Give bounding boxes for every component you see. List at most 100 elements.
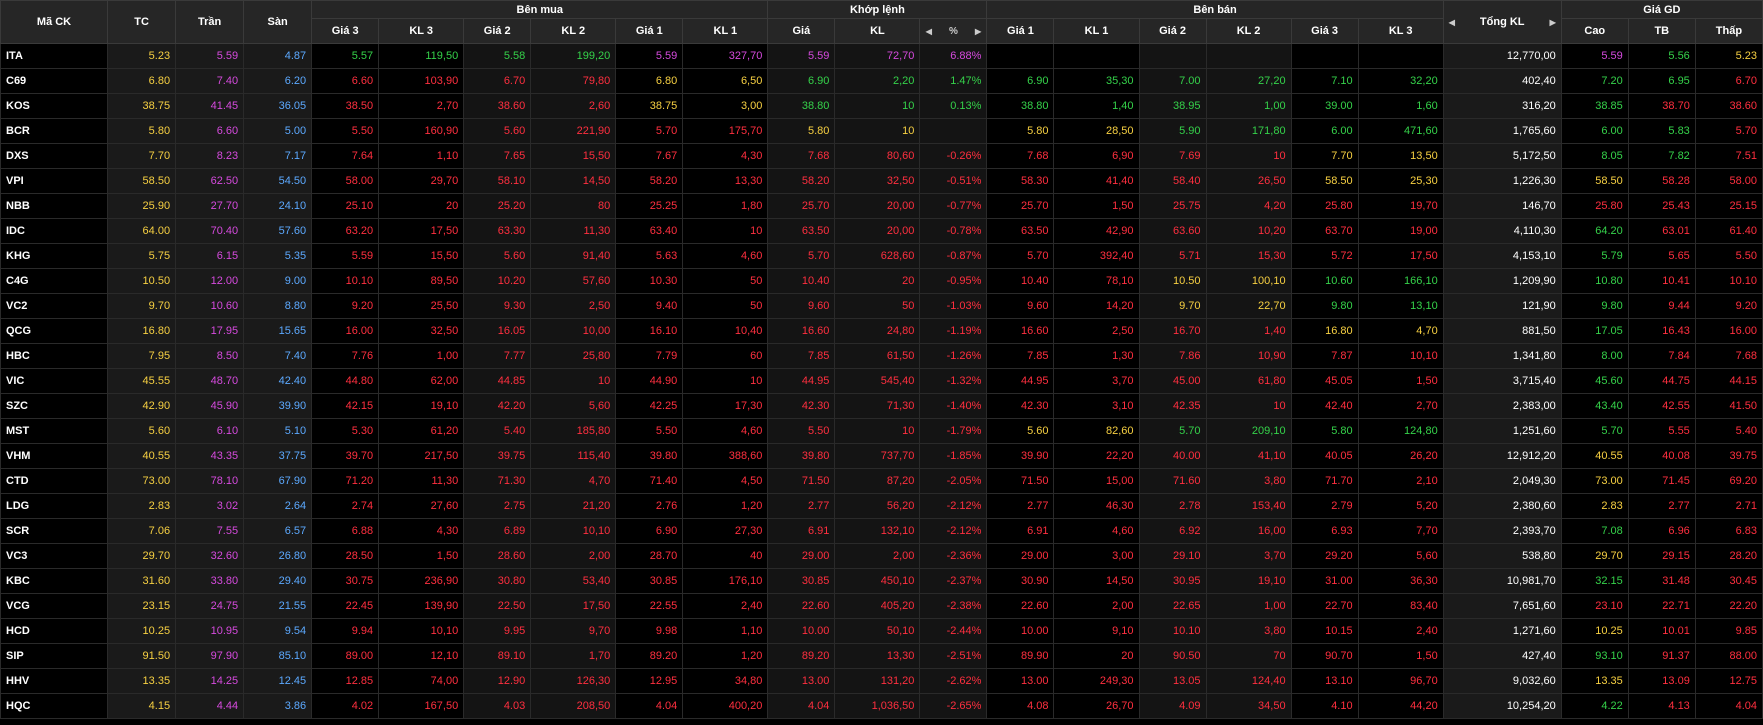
col-ask-vol-3[interactable]: KL 3 [1357, 18, 1444, 44]
table-row[interactable]: C4G 10.50 12.00 9.00 10.10 89,50 10.20 57,60 10.… [0, 268, 1763, 294]
symbol[interactable]: VHM [0, 443, 109, 469]
col-ref[interactable]: TC [107, 0, 177, 44]
symbol[interactable]: C4G [0, 268, 109, 294]
symbol[interactable]: HHV [0, 668, 109, 694]
high-price: 32.15 [1560, 568, 1629, 594]
symbol[interactable]: KOS [0, 93, 109, 119]
col-bid-price-2[interactable]: Giá 2 [463, 18, 532, 44]
prev-column-icon[interactable]: ◀ [1449, 18, 1455, 27]
col-floor[interactable]: Sàn [243, 0, 313, 44]
col-bid-vol-1[interactable]: KL 1 [682, 18, 769, 44]
col-ask-price-3[interactable]: Giá 3 [1290, 18, 1359, 44]
table-row[interactable]: VCG 23.15 24.75 21.55 22.45 139,90 22.50 17,50 2… [0, 593, 1763, 619]
symbol[interactable]: KHG [0, 243, 109, 269]
symbol[interactable]: HCD [0, 618, 109, 644]
symbol[interactable]: VC3 [0, 543, 109, 569]
total-volume: 1,251,60 [1442, 418, 1562, 444]
bid-price-1: 44.90 [615, 368, 684, 394]
ceil-price: 12.00 [175, 268, 245, 294]
symbol[interactable]: SCR [0, 518, 109, 544]
table-row[interactable]: SCR 7.06 7.55 6.57 6.88 4,30 6.89 10,10 6.90 27,3… [0, 518, 1763, 544]
symbol[interactable]: DXS [0, 143, 109, 169]
symbol[interactable]: SZC [0, 393, 109, 419]
next-column-icon[interactable]: ▶ [1550, 18, 1556, 27]
table-row[interactable]: IDC 64.00 70.40 57.60 63.20 17,50 63.30 11,30 63… [0, 218, 1763, 244]
table-row[interactable]: VPI 58.50 62.50 54.50 58.00 29,70 58.10 14,50 58… [0, 168, 1763, 194]
symbol[interactable]: IDC [0, 218, 109, 244]
col-match-vol[interactable]: KL [834, 18, 921, 44]
table-row[interactable]: KOS 38.75 41.45 36.05 38.50 2,70 38.60 2,60 38.7… [0, 93, 1763, 119]
bid-price-1: 5.59 [615, 43, 684, 69]
table-row[interactable]: DXS 7.70 8.23 7.17 7.64 1,10 7.65 15,50 7.67 4,30… [0, 143, 1763, 169]
match-price: 10.00 [767, 618, 836, 644]
col-avg[interactable]: TB [1627, 18, 1696, 44]
table-row[interactable]: C69 6.80 7.40 6.20 6.60 103,90 6.70 79,80 6.80 6,… [0, 68, 1763, 94]
table-row[interactable]: KBC 31.60 33.80 29.40 30.75 236,90 30.80 53,40 3… [0, 568, 1763, 594]
symbol[interactable]: VIC [0, 368, 109, 394]
table-row[interactable]: SZC 42.90 45.90 39.90 42.15 19,10 42.20 5,60 42.… [0, 393, 1763, 419]
sort-pct-icon[interactable]: % [949, 26, 958, 37]
col-bid-price-1[interactable]: Giá 1 [615, 18, 684, 44]
col-bid-vol-2[interactable]: KL 2 [530, 18, 617, 44]
col-total-volume[interactable]: ◀ Tổng KL ▶ [1442, 0, 1562, 44]
symbol[interactable]: KBC [0, 568, 109, 594]
symbol[interactable]: VCG [0, 593, 109, 619]
total-volume: 5,172,50 [1442, 143, 1562, 169]
table-row[interactable]: NBB 25.90 27.70 24.10 25.10 20 25.20 80 25.25 1,8… [0, 193, 1763, 219]
col-symbol[interactable]: Mã CK [0, 0, 109, 44]
symbol[interactable]: HBC [0, 343, 109, 369]
symbol[interactable]: VPI [0, 168, 109, 194]
col-ask-vol-1[interactable]: KL 1 [1053, 18, 1140, 44]
next-icon[interactable]: ▶ [975, 27, 981, 36]
prev-icon[interactable]: ◀ [926, 27, 932, 36]
symbol[interactable]: VC2 [0, 293, 109, 319]
table-row[interactable]: MST 5.60 6.10 5.10 5.30 61,20 5.40 185,80 5.50 4,… [0, 418, 1763, 444]
col-ask-price-2[interactable]: Giá 2 [1138, 18, 1207, 44]
table-row[interactable]: HBC 7.95 8.50 7.40 7.76 1,00 7.77 25,80 7.79 60 7.… [0, 343, 1763, 369]
ask-price-3: 13.10 [1290, 668, 1359, 694]
col-match-price[interactable]: Giá [767, 18, 836, 44]
symbol[interactable]: MST [0, 418, 109, 444]
table-row[interactable]: VIC 45.55 48.70 42.40 44.80 62,00 44.85 10 44.90… [0, 368, 1763, 394]
col-bid-vol-3[interactable]: KL 3 [378, 18, 465, 44]
bid-price-1: 9.40 [615, 293, 684, 319]
table-row[interactable]: BCR 5.80 6.60 5.00 5.50 160,90 5.60 221,90 5.70 1… [0, 118, 1763, 144]
bid-price-3: 2.74 [311, 493, 380, 519]
ask-price-1: 4.08 [986, 693, 1055, 719]
col-low[interactable]: Thấp [1694, 18, 1763, 44]
symbol[interactable]: C69 [0, 68, 109, 94]
symbol[interactable]: CTD [0, 468, 109, 494]
symbol[interactable]: HQC [0, 693, 109, 719]
col-high[interactable]: Cao [1560, 18, 1629, 44]
table-row[interactable]: KHG 5.75 6.15 5.35 5.59 15,50 5.60 91,40 5.63 4,6… [0, 243, 1763, 269]
table-row[interactable]: HCD 10.25 10.95 9.54 9.94 10,10 9.95 9,70 9.98 1,… [0, 618, 1763, 644]
ceil-price: 70.40 [175, 218, 245, 244]
col-bid-price-3[interactable]: Giá 3 [311, 18, 380, 44]
table-row[interactable]: QCG 16.80 17.95 15.65 16.00 32,50 16.05 10,00 16… [0, 318, 1763, 344]
symbol[interactable]: BCR [0, 118, 109, 144]
ref-price: 91.50 [107, 643, 177, 669]
avg-price: 5.56 [1627, 43, 1696, 69]
table-row[interactable]: VC3 29.70 32.60 26.80 28.50 1,50 28.60 2,00 28.7… [0, 543, 1763, 569]
table-row[interactable]: HHV 13.35 14.25 12.45 12.85 74,00 12.90 126,30 1… [0, 668, 1763, 694]
table-row[interactable]: VC2 9.70 10.60 8.80 9.20 25,50 9.30 2,50 9.40 50 9… [0, 293, 1763, 319]
avg-price: 63.01 [1627, 218, 1696, 244]
symbol[interactable]: NBB [0, 193, 109, 219]
table-row[interactable]: VHM 40.55 43.35 37.75 39.70 217,50 39.75 115,40… [0, 443, 1763, 469]
symbol[interactable]: QCG [0, 318, 109, 344]
symbol[interactable]: LDG [0, 493, 109, 519]
ask-price-2: 5.71 [1138, 243, 1207, 269]
ref-price: 5.60 [107, 418, 177, 444]
table-row[interactable]: HQC 4.15 4.44 3.86 4.02 167,50 4.03 208,50 4.04 4… [0, 693, 1763, 719]
table-row[interactable]: LDG 2.83 3.02 2.64 2.74 27,60 2.75 21,20 2.76 1,2… [0, 493, 1763, 519]
table-row[interactable]: SIP 91.50 97.90 85.10 89.00 12,10 89.10 1,70 89.… [0, 643, 1763, 669]
col-match-pct[interactable]: ◀ % ▶ [919, 18, 988, 44]
table-row[interactable]: CTD 73.00 78.10 67.90 71.20 11,30 71.30 4,70 71.… [0, 468, 1763, 494]
col-ask-vol-2[interactable]: KL 2 [1205, 18, 1292, 44]
symbol[interactable]: SIP [0, 643, 109, 669]
symbol[interactable]: ITA [0, 43, 109, 69]
col-ask-price-1[interactable]: Giá 1 [986, 18, 1055, 44]
table-row[interactable]: ITA 5.23 5.59 4.87 5.57 119,50 5.58 199,20 5.59 3… [0, 43, 1763, 69]
col-ceil[interactable]: Trần [175, 0, 245, 44]
match-pct: -1.32% [919, 368, 988, 394]
